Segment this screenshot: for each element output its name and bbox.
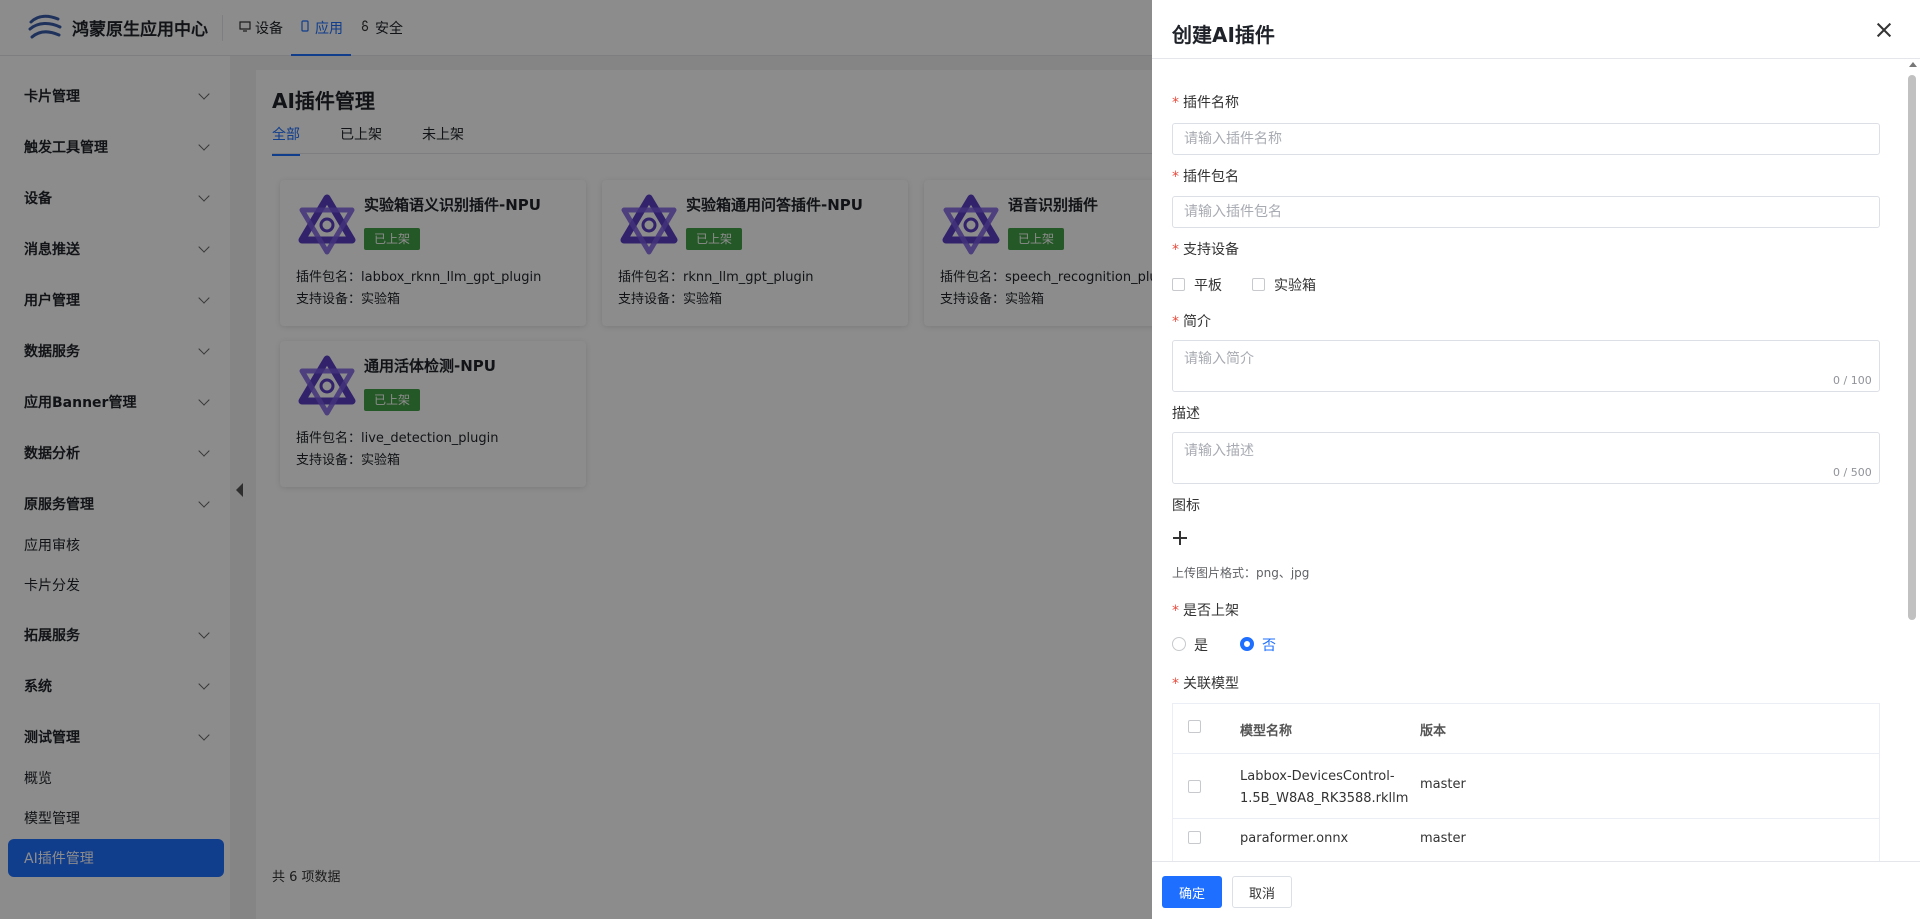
confirm-button[interactable]: 确定 — [1162, 876, 1222, 908]
drawer-header: 创建AI插件 — [1152, 0, 1920, 59]
required-mark: * — [1172, 676, 1179, 692]
required-mark: * — [1172, 603, 1179, 619]
cancel-button[interactable]: 取消 — [1232, 876, 1292, 908]
column-header-model-name: 模型名称 — [1240, 724, 1293, 739]
required-mark: * — [1172, 242, 1179, 258]
models-table: 模型名称 版本 Labbox-DevicesControl- 1.5B_W8A8_… — [1172, 703, 1880, 861]
device-tablet-label[interactable]: 平板 — [1194, 275, 1222, 295]
required-mark: * — [1172, 95, 1179, 111]
device-tablet-checkbox[interactable] — [1172, 278, 1185, 291]
model-version-cell: master — [1420, 777, 1466, 792]
plugin-name-input[interactable] — [1172, 123, 1880, 155]
scrollbar[interactable] — [1908, 75, 1916, 620]
description-textarea[interactable] — [1172, 432, 1880, 484]
upload-hint: 上传图片格式：png、jpg — [1172, 566, 1310, 580]
listed-no-radio[interactable] — [1240, 637, 1254, 651]
plugin-package-input[interactable] — [1172, 196, 1880, 228]
device-labbox-label[interactable]: 实验箱 — [1274, 275, 1316, 295]
drawer-footer: 确定 取消 — [1152, 861, 1920, 919]
row-checkbox[interactable] — [1188, 831, 1201, 844]
drawer-title: 创建AI插件 — [1172, 23, 1275, 47]
upload-plus-icon[interactable] — [1172, 530, 1188, 546]
intro-char-counter: 0 / 100 — [1833, 374, 1872, 387]
listed-yes-label[interactable]: 是 — [1194, 635, 1208, 655]
device-labbox-checkbox[interactable] — [1252, 278, 1265, 291]
icon-label: 图标 — [1172, 498, 1200, 514]
intro-label: * 简介 — [1172, 314, 1211, 330]
scroll-up-icon[interactable] — [1909, 62, 1917, 67]
column-header-version: 版本 — [1420, 724, 1447, 739]
listed-label: * 是否上架 — [1172, 603, 1239, 619]
table-header-row: 模型名称 版本 — [1173, 704, 1879, 754]
model-name-cell: paraformer.onnx — [1240, 831, 1349, 846]
intro-textarea[interactable] — [1172, 340, 1880, 392]
related-models-label: * 关联模型 — [1172, 676, 1239, 692]
supported-devices-label: * 支持设备 — [1172, 242, 1239, 258]
create-plugin-drawer: 创建AI插件 *插件名称 *插件包名 *支持设备 平板 实验箱 *简介 0 / … — [1152, 0, 1920, 919]
listed-yes-radio[interactable] — [1172, 637, 1186, 651]
model-version-cell: master — [1420, 831, 1466, 846]
required-mark: * — [1172, 314, 1179, 330]
model-name-cell: Labbox-DevicesControl- 1.5B_W8A8_RK3588.r… — [1240, 769, 1409, 806]
table-row[interactable]: Labbox-DevicesControl- 1.5B_W8A8_RK3588.r… — [1173, 754, 1879, 819]
select-all-checkbox[interactable] — [1188, 720, 1201, 733]
drawer-body: *插件名称 *插件包名 *支持设备 平板 实验箱 *简介 0 / 100 描述 … — [1152, 60, 1920, 861]
description-label: 描述 — [1172, 406, 1200, 422]
table-row[interactable]: paraformer.onnx master — [1173, 819, 1879, 861]
plugin-package-label: * 插件包名 — [1172, 169, 1239, 185]
description-char-counter: 0 / 500 — [1833, 466, 1872, 479]
row-checkbox[interactable] — [1188, 780, 1201, 793]
listed-no-label[interactable]: 否 — [1262, 635, 1276, 655]
close-icon[interactable] — [1874, 20, 1894, 40]
required-mark: * — [1172, 169, 1179, 185]
plugin-name-label: * 插件名称 — [1172, 95, 1239, 111]
